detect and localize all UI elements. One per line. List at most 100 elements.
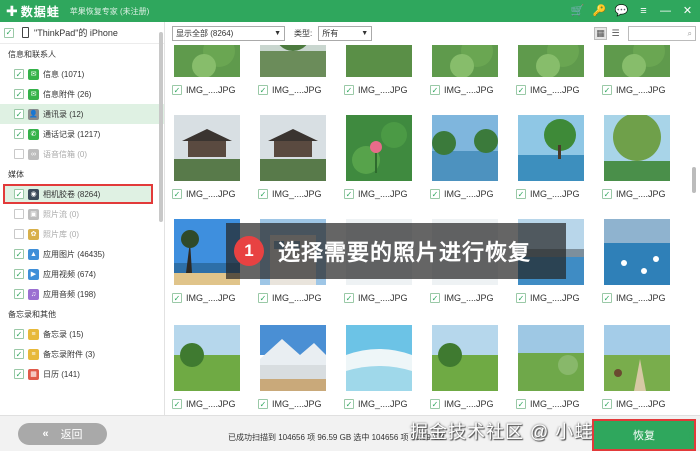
- photo-thumbnail[interactable]: [604, 45, 670, 77]
- device-checkbox[interactable]: ✓: [4, 27, 14, 38]
- photo-checkbox[interactable]: ✓: [516, 85, 526, 95]
- photo-caption[interactable]: ✓ IMG_....JPG: [430, 84, 494, 96]
- photo-checkbox[interactable]: ✓: [172, 85, 182, 95]
- photo-caption[interactable]: ✓ IMG_....JPG: [430, 292, 494, 304]
- photo-checkbox[interactable]: ✓: [172, 189, 182, 199]
- sidebar-item-checkbox[interactable]: ✓: [14, 349, 24, 359]
- recover-button[interactable]: 恢复: [592, 419, 696, 451]
- sidebar-item-checkbox[interactable]: ✓: [14, 89, 24, 99]
- close-icon[interactable]: ✕: [681, 3, 694, 18]
- sidebar-item-checkbox[interactable]: ✓: [14, 329, 24, 339]
- photo-checkbox[interactable]: ✓: [602, 293, 612, 303]
- cart-icon[interactable]: 🛒: [571, 3, 585, 18]
- photo-checkbox[interactable]: ✓: [258, 293, 268, 303]
- grid-scrollbar[interactable]: [692, 45, 697, 415]
- photo-caption[interactable]: ✓ IMG_....JPG: [344, 398, 408, 410]
- photo-caption[interactable]: ✓ IMG_....JPG: [258, 188, 322, 200]
- photo-checkbox[interactable]: ✓: [344, 399, 354, 409]
- photo-caption[interactable]: ✓ IMG_....JPG: [172, 84, 236, 96]
- photo-checkbox[interactable]: ✓: [516, 399, 526, 409]
- sidebar-item-checkbox[interactable]: ✓: [14, 229, 24, 239]
- photo-thumbnail[interactable]: [346, 325, 412, 391]
- sidebar-item-checkbox[interactable]: ✓: [14, 289, 24, 299]
- photo-caption[interactable]: ✓ IMG_....JPG: [258, 84, 322, 96]
- sidebar-item-checkbox[interactable]: ✓: [14, 109, 24, 119]
- key-icon[interactable]: 🔑: [593, 3, 607, 18]
- photo-caption[interactable]: ✓ IMG_....JPG: [516, 398, 580, 410]
- photo-checkbox[interactable]: ✓: [516, 189, 526, 199]
- sidebar-item-checkbox[interactable]: ✓: [14, 129, 24, 139]
- sidebar-item-app-audio[interactable]: ✓ ♫ 应用音频 (198): [0, 284, 164, 304]
- photo-checkbox[interactable]: ✓: [258, 399, 268, 409]
- sidebar-item-calendar[interactable]: ✓ ▦ 日历 (141): [0, 364, 164, 384]
- photo-thumbnail[interactable]: [604, 219, 670, 285]
- photo-caption[interactable]: ✓ IMG_....JPG: [172, 398, 236, 410]
- sidebar-item-app-video[interactable]: ✓ ▶ 应用视频 (674): [0, 264, 164, 284]
- photo-checkbox[interactable]: ✓: [602, 189, 612, 199]
- photo-caption[interactable]: ✓ IMG_....JPG: [602, 292, 666, 304]
- grid-scrollbar-thumb[interactable]: [692, 167, 696, 193]
- photo-thumbnail[interactable]: [518, 45, 584, 77]
- sidebar-item-photo-library[interactable]: ✓ ✿ 照片库 (0): [0, 224, 164, 244]
- sidebar-item-camera[interactable]: ✓ ◉ 相机胶卷 (8264): [3, 184, 153, 204]
- photo-thumbnail[interactable]: [518, 115, 584, 181]
- sidebar-item-checkbox[interactable]: ✓: [14, 149, 24, 159]
- sidebar-item-phone[interactable]: ✓ ✆ 通话记录 (1217): [0, 124, 164, 144]
- photo-caption[interactable]: ✓ IMG_....JPG: [258, 292, 322, 304]
- menu-icon[interactable]: ≡: [637, 3, 650, 18]
- photo-checkbox[interactable]: ✓: [344, 189, 354, 199]
- search-input[interactable]: ⌕: [628, 26, 696, 41]
- photo-checkbox[interactable]: ✓: [258, 85, 268, 95]
- sidebar-item-checkbox[interactable]: ✓: [14, 189, 24, 199]
- photo-thumbnail[interactable]: [346, 115, 412, 181]
- photo-thumbnail[interactable]: [260, 115, 326, 181]
- photo-checkbox[interactable]: ✓: [430, 85, 440, 95]
- sidebar-scrollbar[interactable]: [159, 32, 163, 222]
- photo-caption[interactable]: ✓ IMG_....JPG: [430, 398, 494, 410]
- photo-thumbnail[interactable]: [432, 45, 498, 77]
- photo-caption[interactable]: ✓ IMG_....JPG: [344, 84, 408, 96]
- photo-checkbox[interactable]: ✓: [516, 293, 526, 303]
- sidebar-item-app-photo[interactable]: ✓ ▲ 应用图片 (46435): [0, 244, 164, 264]
- photo-caption[interactable]: ✓ IMG_....JPG: [602, 84, 666, 96]
- photo-thumbnail[interactable]: [604, 115, 670, 181]
- photo-thumbnail[interactable]: [432, 325, 498, 391]
- photo-caption[interactable]: ✓ IMG_....JPG: [344, 292, 408, 304]
- photo-thumbnail[interactable]: [604, 325, 670, 391]
- photo-thumbnail[interactable]: [260, 325, 326, 391]
- photo-thumbnail[interactable]: [174, 45, 240, 77]
- sidebar-item-checkbox[interactable]: ✓: [14, 369, 24, 379]
- minimize-icon[interactable]: —: [659, 3, 672, 18]
- photo-caption[interactable]: ✓ IMG_....JPG: [602, 188, 666, 200]
- sidebar-item-checkbox[interactable]: ✓: [14, 69, 24, 79]
- photo-caption[interactable]: ✓ IMG_....JPG: [602, 398, 666, 410]
- photo-caption[interactable]: ✓ IMG_....JPG: [172, 188, 236, 200]
- photo-checkbox[interactable]: ✓: [172, 293, 182, 303]
- device-row[interactable]: ✓ "ThinkPad"的 iPhone: [0, 22, 164, 44]
- type-dropdown[interactable]: 所有 ▼: [318, 26, 373, 41]
- photo-caption[interactable]: ✓ IMG_....JPG: [516, 84, 580, 96]
- photo-thumbnail[interactable]: [346, 45, 412, 77]
- sidebar-item-notes[interactable]: ✓ ≡ 备忘录 (15): [0, 324, 164, 344]
- photo-checkbox[interactable]: ✓: [602, 399, 612, 409]
- grid-view-icon[interactable]: ▦: [594, 27, 607, 40]
- chat-icon[interactable]: 💬: [615, 3, 629, 18]
- sidebar-item-attachment[interactable]: ✓ ✉ 信息附件 (26): [0, 84, 164, 104]
- photo-caption[interactable]: ✓ IMG_....JPG: [430, 188, 494, 200]
- photo-checkbox[interactable]: ✓: [430, 399, 440, 409]
- sidebar-item-checkbox[interactable]: ✓: [14, 269, 24, 279]
- photo-thumbnail[interactable]: [174, 115, 240, 181]
- photo-thumbnail[interactable]: [174, 325, 240, 391]
- photo-caption[interactable]: ✓ IMG_....JPG: [516, 292, 580, 304]
- sidebar-item-contacts[interactable]: ✓ 👤 通讯录 (12): [0, 104, 164, 124]
- photo-caption[interactable]: ✓ IMG_....JPG: [516, 188, 580, 200]
- photo-checkbox[interactable]: ✓: [344, 85, 354, 95]
- photo-checkbox[interactable]: ✓: [602, 85, 612, 95]
- photo-checkbox[interactable]: ✓: [430, 189, 440, 199]
- sidebar-item-photo-stream[interactable]: ✓ ▣ 照片流 (0): [0, 204, 164, 224]
- photo-thumbnail[interactable]: [260, 45, 326, 77]
- photo-caption[interactable]: ✓ IMG_....JPG: [172, 292, 236, 304]
- list-view-icon[interactable]: ☰: [609, 27, 622, 40]
- photo-checkbox[interactable]: ✓: [344, 293, 354, 303]
- sidebar-item-checkbox[interactable]: ✓: [14, 209, 24, 219]
